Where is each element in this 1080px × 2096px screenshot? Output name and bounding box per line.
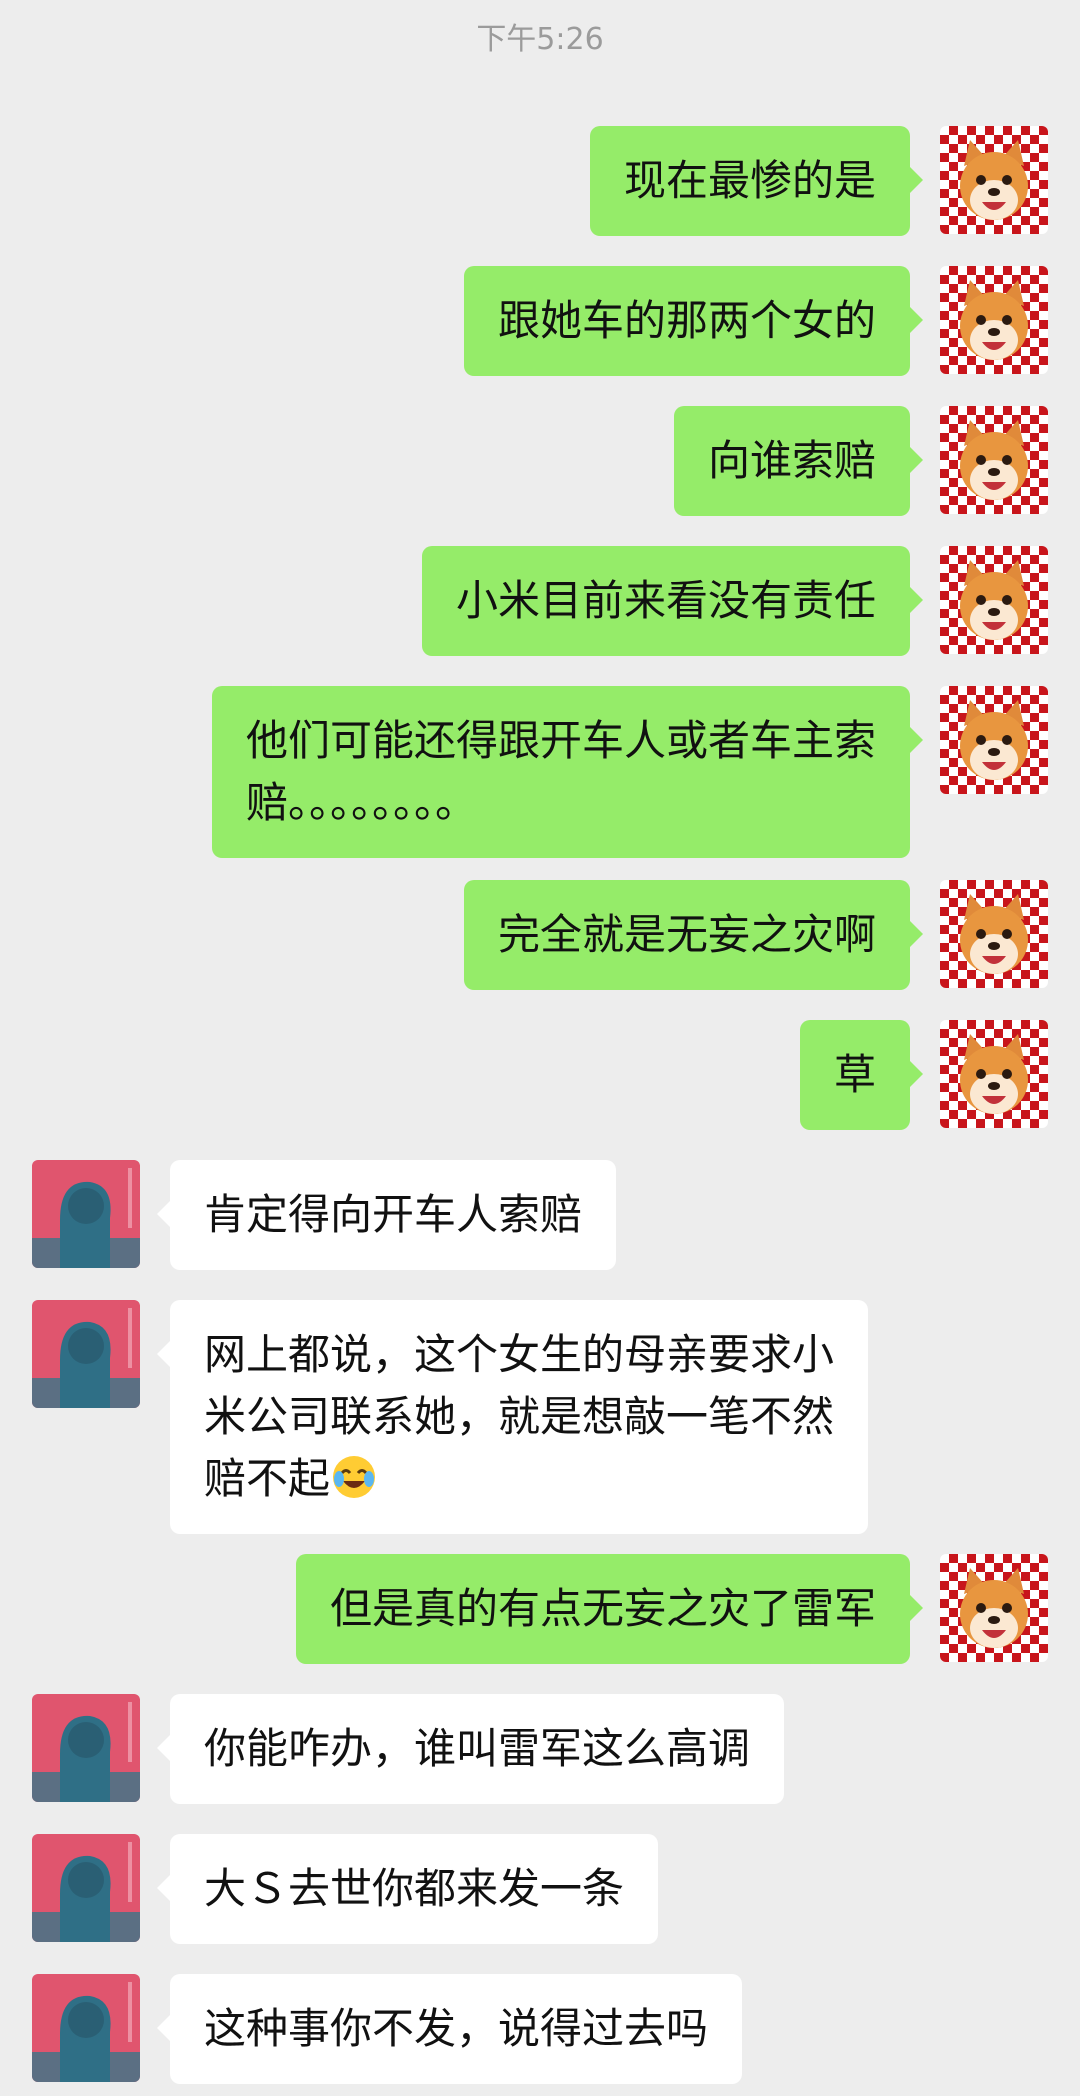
message-bubble-outgoing[interactable]: 跟她车的那两个女的 <box>463 266 924 376</box>
message-bubble-incoming[interactable]: 大Ｓ去世你都来发一条 <box>156 1834 659 1944</box>
message-bubble-outgoing[interactable]: 草 <box>799 1020 924 1130</box>
shiba-dog-icon <box>960 700 1028 780</box>
peer-avatar[interactable] <box>32 1300 140 1408</box>
girl-silhouette-icon <box>32 1160 140 1268</box>
self-avatar[interactable] <box>940 880 1048 988</box>
self-avatar[interactable] <box>940 546 1048 654</box>
girl-silhouette-icon <box>32 1300 140 1408</box>
message-bubble-outgoing[interactable]: 完全就是无妄之灾啊 <box>463 880 924 990</box>
shiba-dog-icon <box>960 560 1028 640</box>
peer-avatar[interactable] <box>32 1974 140 2082</box>
message-bubble-incoming[interactable]: 网上都说，这个女生的母亲要求小 米公司联系她，就是想敲一笔不然 赔不起 <box>156 1300 869 1534</box>
chat-timestamp: 下午5:26 <box>476 22 604 57</box>
self-avatar[interactable] <box>940 686 1048 794</box>
message-line: 他们可能还得跟开车人或者车主索 <box>245 716 876 765</box>
girl-silhouette-icon <box>32 1834 140 1942</box>
shiba-dog-icon <box>960 280 1028 360</box>
message-bubble-incoming[interactable]: 你能咋办，谁叫雷军这么高调 <box>156 1694 785 1804</box>
message-line: 米公司联系她，就是想敲一笔不然 <box>204 1392 835 1441</box>
message-bubble-incoming[interactable]: 这种事你不发，说得过去吗 <box>156 1974 743 2084</box>
message-row: 他们可能还得跟开车人或者车主索 赔。。。。。。。。 <box>0 686 1080 858</box>
peer-avatar[interactable] <box>32 1160 140 1268</box>
self-avatar[interactable] <box>940 1554 1048 1662</box>
message-bubble-outgoing[interactable]: 但是真的有点无妄之灾了雷军 <box>295 1554 924 1664</box>
shiba-dog-icon <box>960 1034 1028 1114</box>
message-bubble-outgoing[interactable]: 他们可能还得跟开车人或者车主索 赔。。。。。。。。 <box>211 686 924 858</box>
message-row: 草 <box>0 1020 1080 1130</box>
shiba-dog-icon <box>960 140 1028 220</box>
message-row: 肯定得向开车人索赔 <box>0 1160 1080 1270</box>
peer-avatar[interactable] <box>32 1834 140 1942</box>
self-avatar[interactable] <box>940 126 1048 234</box>
self-avatar[interactable] <box>940 266 1048 374</box>
message-bubble-incoming[interactable]: 肯定得向开车人索赔 <box>156 1160 617 1270</box>
message-row: 小米目前来看没有责任 <box>0 546 1080 656</box>
girl-silhouette-icon <box>32 1974 140 2082</box>
message-row: 现在最惨的是 <box>0 126 1080 236</box>
shiba-dog-icon <box>960 420 1028 500</box>
shiba-dog-icon <box>960 1568 1028 1648</box>
message-row: 向谁索赔 <box>0 406 1080 516</box>
message-row: 你能咋办，谁叫雷军这么高调 <box>0 1694 1080 1804</box>
message-bubble-outgoing[interactable]: 小米目前来看没有责任 <box>421 546 924 656</box>
message-row: 大Ｓ去世你都来发一条 <box>0 1834 1080 1944</box>
message-row: 完全就是无妄之灾啊 <box>0 880 1080 990</box>
crying-laughing-emoji-icon <box>333 1456 376 1498</box>
message-line: 赔不起 <box>204 1448 834 1510</box>
self-avatar[interactable] <box>940 1020 1048 1128</box>
message-row: 这种事你不发，说得过去吗 <box>0 1974 1080 2084</box>
self-avatar[interactable] <box>940 406 1048 514</box>
message-row: 但是真的有点无妄之灾了雷军 <box>0 1554 1080 1664</box>
message-row: 网上都说，这个女生的母亲要求小 米公司联系她，就是想敲一笔不然 赔不起 <box>0 1300 1080 1534</box>
message-line: 赔。。。。。。。。 <box>245 778 477 827</box>
message-bubble-outgoing[interactable]: 向谁索赔 <box>673 406 924 516</box>
message-line-text: 赔不起 <box>204 1454 331 1503</box>
message-bubble-outgoing[interactable]: 现在最惨的是 <box>589 126 924 236</box>
girl-silhouette-icon <box>32 1694 140 1802</box>
peer-avatar[interactable] <box>32 1694 140 1802</box>
shiba-dog-icon <box>960 894 1028 974</box>
message-line: 网上都说，这个女生的母亲要求小 <box>204 1330 835 1379</box>
message-row: 跟她车的那两个女的 <box>0 266 1080 376</box>
